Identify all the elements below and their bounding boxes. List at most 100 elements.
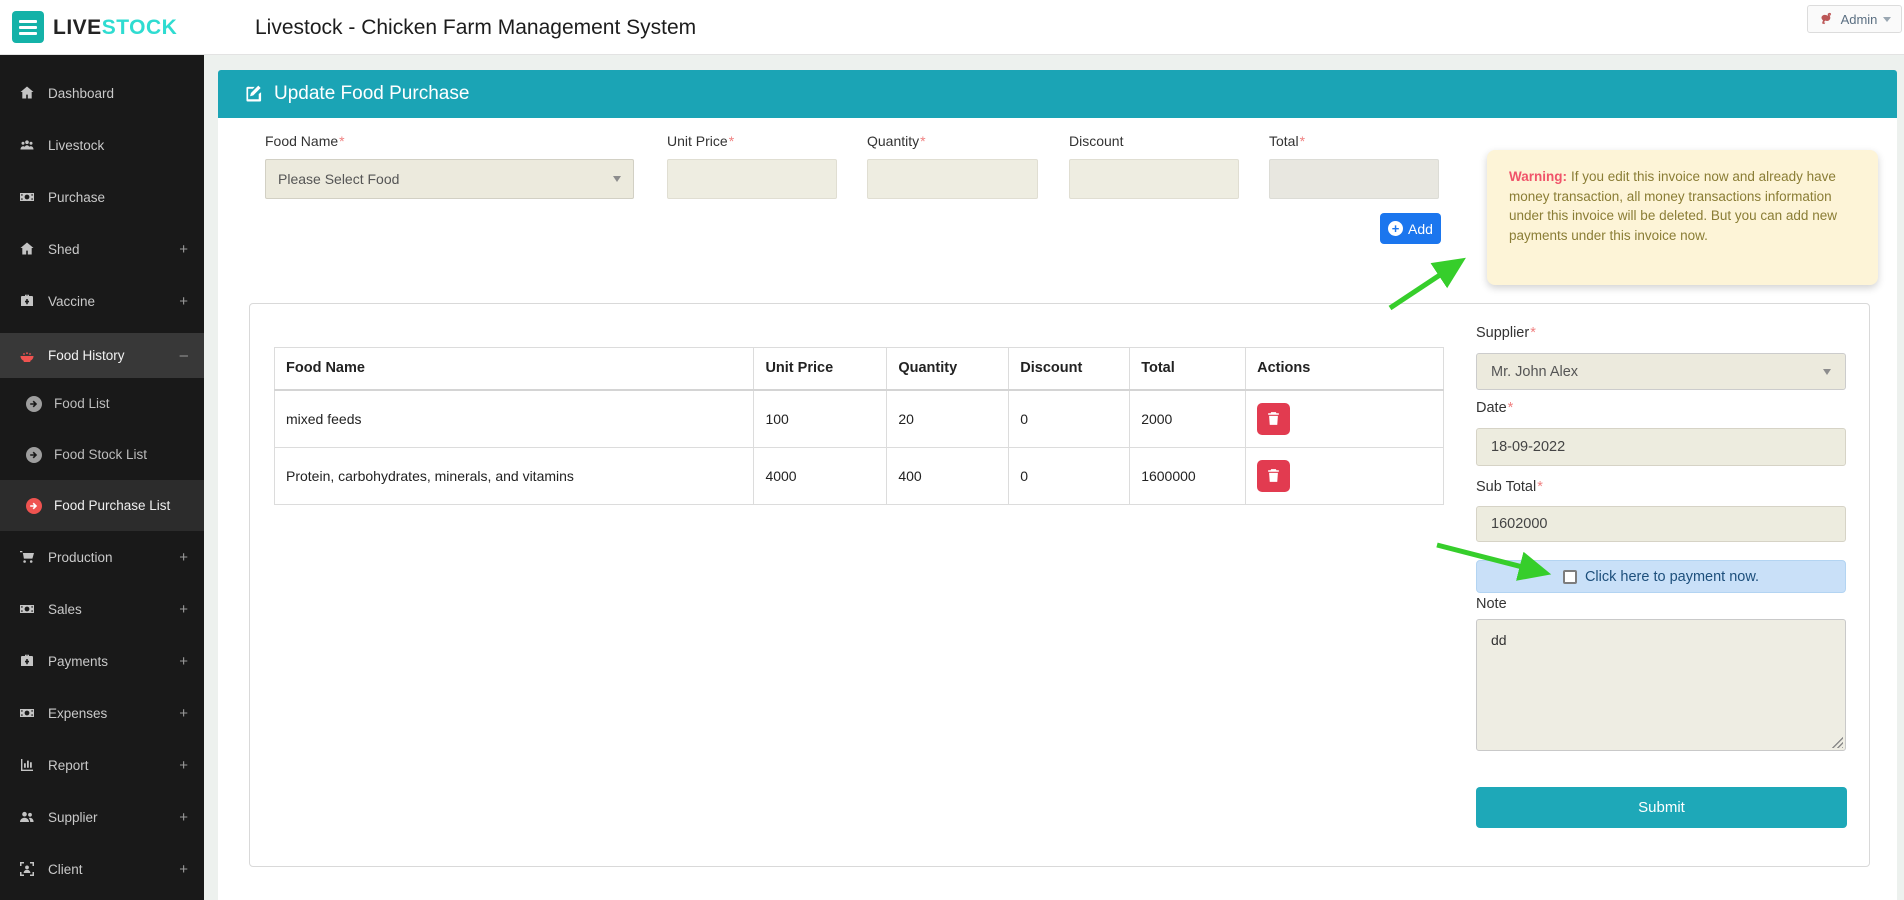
expand-plus-icon[interactable]: + <box>179 549 188 566</box>
expand-plus-icon[interactable]: + <box>179 705 188 722</box>
discount-input[interactable] <box>1069 159 1239 199</box>
expand-plus-icon[interactable]: + <box>179 241 188 258</box>
quantity-label: Quantity* <box>867 133 926 149</box>
quantity-input[interactable] <box>867 159 1038 199</box>
table-row: Protein, carbohydrates, minerals, and vi… <box>275 447 1444 504</box>
add-button[interactable]: + Add <box>1380 213 1441 244</box>
circle-arrow-icon <box>26 396 42 412</box>
sidebar-item-report[interactable]: Report + <box>0 739 204 791</box>
sidebar-item-shed[interactable]: Shed + <box>0 223 204 275</box>
payment-checkbox-label: Click here to payment now. <box>1585 569 1759 585</box>
expand-plus-icon[interactable]: + <box>179 653 188 670</box>
sidebar-subitem-food-stock-list[interactable]: Food Stock List <box>0 429 204 480</box>
shed-icon <box>18 241 35 258</box>
sidebar-item-payments[interactable]: Payments + <box>0 635 204 687</box>
sidebar-item-label: Supplier <box>48 810 98 825</box>
sidebar-item-vaccine[interactable]: Vaccine + <box>0 275 204 327</box>
invoice-card: Food Name Unit Price Quantity Discount T… <box>249 303 1870 867</box>
plus-circle-icon: + <box>1388 221 1403 236</box>
users-frame-icon <box>18 861 35 878</box>
cell-discount: 0 <box>1009 390 1130 448</box>
sidebar-item-livestock[interactable]: Livestock <box>0 119 204 171</box>
home-icon <box>18 85 35 102</box>
cell-unit-price: 4000 <box>754 447 887 504</box>
expand-plus-icon[interactable]: + <box>179 809 188 826</box>
money-icon <box>18 705 35 722</box>
submit-button[interactable]: Submit <box>1476 787 1847 828</box>
note-field-wrap: dd <box>1476 619 1846 751</box>
sidebar-item-label: Production <box>48 550 113 565</box>
sidebar-item-label: Food History <box>48 348 125 363</box>
cell-total: 2000 <box>1130 390 1246 448</box>
sidebar-item-dashboard[interactable]: Dashboard <box>0 67 204 119</box>
money-icon <box>18 601 35 618</box>
main-content: Update Food Purchase Food Name* Please S… <box>204 55 1904 900</box>
delete-row-button[interactable] <box>1257 403 1290 435</box>
logo-live: LIVE <box>53 16 102 39</box>
cell-total: 1600000 <box>1130 447 1246 504</box>
table-header-row: Food Name Unit Price Quantity Discount T… <box>275 348 1444 390</box>
expand-plus-icon[interactable]: + <box>179 757 188 774</box>
total-input <box>1269 159 1439 199</box>
expand-plus-icon[interactable]: + <box>179 293 188 310</box>
cell-food-name: mixed feeds <box>275 390 754 448</box>
sidebar-item-sales[interactable]: Sales + <box>0 583 204 635</box>
cell-food-name: Protein, carbohydrates, minerals, and vi… <box>275 447 754 504</box>
select-caret-icon <box>613 176 621 182</box>
delete-row-button[interactable] <box>1257 460 1290 492</box>
unit-price-input[interactable] <box>667 159 837 199</box>
column-header: Total <box>1130 348 1246 390</box>
sidebar-item-label: Purchase <box>48 190 105 205</box>
money-icon <box>18 189 35 206</box>
payment-now-row[interactable]: Click here to payment now. <box>1476 560 1846 593</box>
expand-plus-icon[interactable]: + <box>179 861 188 878</box>
logo-stock: STOCK <box>102 16 178 39</box>
payment-checkbox[interactable] <box>1563 570 1577 584</box>
collapse-minus-icon[interactable]: – <box>180 347 188 364</box>
expand-plus-icon[interactable]: + <box>179 601 188 618</box>
sub-total-label: Sub Total* <box>1476 479 1543 495</box>
note-textarea[interactable]: dd <box>1476 619 1846 751</box>
unit-price-label: Unit Price* <box>667 133 734 149</box>
sidebar-subitem-label: Food Purchase List <box>54 498 170 513</box>
cart-icon <box>18 549 35 566</box>
sidebar-item-production[interactable]: Production + <box>0 531 204 583</box>
sidebar-item-supplier[interactable]: Supplier + <box>0 791 204 843</box>
panel-body: Food Name* Please Select Food Unit Price… <box>218 118 1897 900</box>
date-input[interactable] <box>1476 428 1846 466</box>
update-food-purchase-panel: Update Food Purchase Food Name* Please S… <box>218 70 1897 900</box>
sidebar-item-label: Expenses <box>48 706 107 721</box>
sidebar-subitem-food-purchase-list[interactable]: Food Purchase List <box>0 480 204 531</box>
sidebar-item-food-history[interactable]: Food History – <box>0 333 204 378</box>
supplier-select[interactable]: Mr. John Alex <box>1476 353 1846 390</box>
total-label: Total* <box>1269 133 1305 149</box>
column-header: Unit Price <box>754 348 887 390</box>
users-icon <box>18 809 35 826</box>
food-name-select[interactable]: Please Select Food <box>265 159 634 199</box>
sidebar-item-label: Shed <box>48 242 80 257</box>
top-bar: LIVESTOCK Livestock - Chicken Farm Manag… <box>0 0 1904 55</box>
sidebar-item-label: Dashboard <box>48 86 114 101</box>
sidebar-item-client[interactable]: Client + <box>0 843 204 895</box>
sidebar-item-label: Client <box>48 862 83 877</box>
panel-header: Update Food Purchase <box>218 70 1897 118</box>
circle-arrow-icon-active <box>26 498 42 514</box>
rooster-icon <box>1818 11 1835 28</box>
chevron-down-icon <box>1883 17 1891 22</box>
sidebar-item-purchase[interactable]: Purchase <box>0 171 204 223</box>
cell-unit-price: 100 <box>754 390 887 448</box>
sidebar-item-expenses[interactable]: Expenses + <box>0 687 204 739</box>
circle-arrow-icon <box>26 447 42 463</box>
admin-dropdown[interactable]: Admin <box>1807 5 1902 33</box>
food-bowl-icon <box>18 347 35 364</box>
sidebar-item-label: Payments <box>48 654 108 669</box>
page-title: Livestock - Chicken Farm Management Syst… <box>255 0 696 55</box>
chart-bar-icon <box>18 757 35 774</box>
sidebar-subitem-label: Food List <box>54 396 110 411</box>
food-name-label: Food Name* <box>265 133 345 149</box>
cell-quantity: 400 <box>887 447 1009 504</box>
sidebar-subitem-food-list[interactable]: Food List <box>0 378 204 429</box>
menu-toggle-icon[interactable] <box>12 11 44 43</box>
column-header: Discount <box>1009 348 1130 390</box>
food-name-selected-value: Please Select Food <box>278 171 399 187</box>
